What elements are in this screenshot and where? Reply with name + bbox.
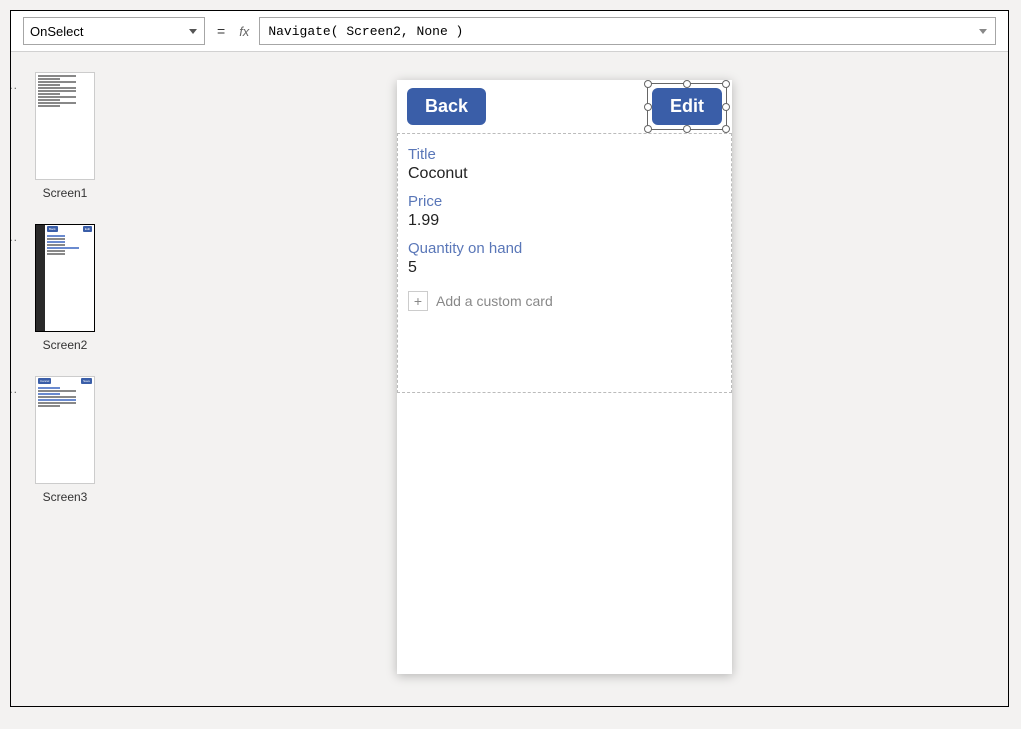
data-card-title[interactable]: Title Coconut (408, 146, 721, 183)
card-value: 1.99 (408, 212, 721, 230)
fx-icon: fx (237, 24, 251, 39)
screen-label: Screen1 (43, 186, 88, 200)
add-custom-label: Add a custom card (436, 293, 553, 309)
thumb-preview: CancelSave (35, 376, 95, 484)
property-selector-wrap: OnSelect (23, 17, 205, 45)
main-area: ... Screen1 ... BackEdit (11, 52, 1008, 706)
ellipsis-icon[interactable]: ... (11, 382, 18, 396)
resize-handle[interactable] (644, 125, 652, 133)
edit-button-label: Edit (670, 96, 704, 116)
screen-thumbnail-2[interactable]: ... BackEdit Screen2 (21, 224, 109, 352)
resize-handle[interactable] (683, 125, 691, 133)
data-card-quantity[interactable]: Quantity on hand 5 (408, 240, 721, 277)
plus-icon: + (408, 291, 428, 311)
ellipsis-icon[interactable]: ... (11, 230, 18, 244)
property-selector[interactable]: OnSelect (23, 17, 205, 45)
phone-header: Back Edit (397, 80, 732, 133)
screen-thumbnail-3[interactable]: ... CancelSave Screen3 (21, 376, 109, 504)
resize-handle[interactable] (644, 103, 652, 111)
formula-input[interactable]: Navigate( Screen2, None ) (259, 17, 996, 45)
resize-handle[interactable] (722, 103, 730, 111)
resize-handle[interactable] (644, 80, 652, 88)
card-value: 5 (408, 259, 721, 277)
resize-handle[interactable] (683, 80, 691, 88)
screens-sidebar: ... Screen1 ... BackEdit (11, 52, 121, 706)
app-designer-frame: OnSelect = fx Navigate( Screen2, None ) … (10, 10, 1009, 707)
formula-bar: OnSelect = fx Navigate( Screen2, None ) (11, 11, 1008, 52)
phone-preview: Back Edit (397, 80, 732, 674)
equals-sign: = (213, 23, 229, 39)
screen-thumbnail-1[interactable]: ... Screen1 (21, 72, 109, 200)
formula-expression: Navigate( Screen2, None ) (268, 24, 463, 39)
thumb-preview: BackEdit (35, 224, 95, 332)
canvas-area: Back Edit (121, 52, 1008, 706)
thumb-preview (35, 72, 95, 180)
resize-handle[interactable] (722, 125, 730, 133)
add-custom-card[interactable]: + Add a custom card (408, 291, 721, 311)
screen-label: Screen2 (43, 338, 88, 352)
back-button[interactable]: Back (407, 88, 486, 125)
edit-button[interactable]: Edit (652, 88, 722, 125)
resize-handle[interactable] (722, 80, 730, 88)
screen-label: Screen3 (43, 490, 88, 504)
card-label: Quantity on hand (408, 240, 721, 257)
ellipsis-icon[interactable]: ... (11, 78, 18, 92)
card-label: Price (408, 193, 721, 210)
data-card-price[interactable]: Price 1.99 (408, 193, 721, 230)
card-label: Title (408, 146, 721, 163)
chevron-down-icon[interactable] (979, 29, 987, 34)
card-value: Coconut (408, 165, 721, 183)
form-viewer[interactable]: Title Coconut Price 1.99 Quantity on han… (397, 133, 732, 393)
